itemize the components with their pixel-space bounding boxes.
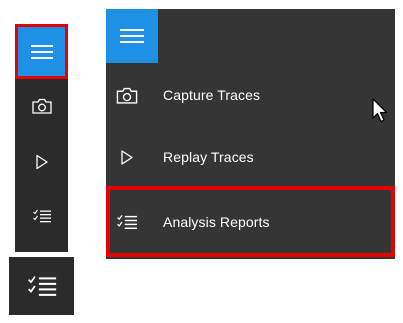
nav-item-label: Analysis Reports bbox=[163, 213, 270, 230]
checklist-icon bbox=[32, 209, 51, 223]
checklist-icon bbox=[27, 276, 56, 296]
nav-item-replay-traces[interactable]: Replay Traces bbox=[106, 128, 395, 186]
hamburger-icon bbox=[120, 29, 144, 43]
hamburger-icon bbox=[30, 44, 53, 59]
camera-icon bbox=[116, 87, 138, 104]
collapsed-analysis-button[interactable] bbox=[15, 196, 68, 236]
nav-item-capture-traces[interactable]: Capture Traces bbox=[106, 66, 395, 124]
nav-item-label: Capture Traces bbox=[163, 87, 261, 103]
camera-icon bbox=[31, 98, 52, 114]
checklist-icon bbox=[117, 214, 137, 229]
play-icon bbox=[121, 149, 133, 165]
collapsed-replay-button[interactable] bbox=[15, 142, 68, 182]
play-icon bbox=[35, 154, 48, 170]
nav-item-analysis-reports[interactable]: Analysis Reports bbox=[106, 186, 395, 257]
enlarged-analysis-icon-tile bbox=[9, 257, 74, 315]
collapsed-capture-button[interactable] bbox=[15, 86, 68, 126]
nav-item-label: Replay Traces bbox=[163, 149, 254, 165]
mouse-cursor-icon bbox=[372, 98, 388, 123]
expanded-menu-button[interactable] bbox=[106, 9, 158, 63]
collapsed-menu-button[interactable] bbox=[15, 24, 68, 79]
